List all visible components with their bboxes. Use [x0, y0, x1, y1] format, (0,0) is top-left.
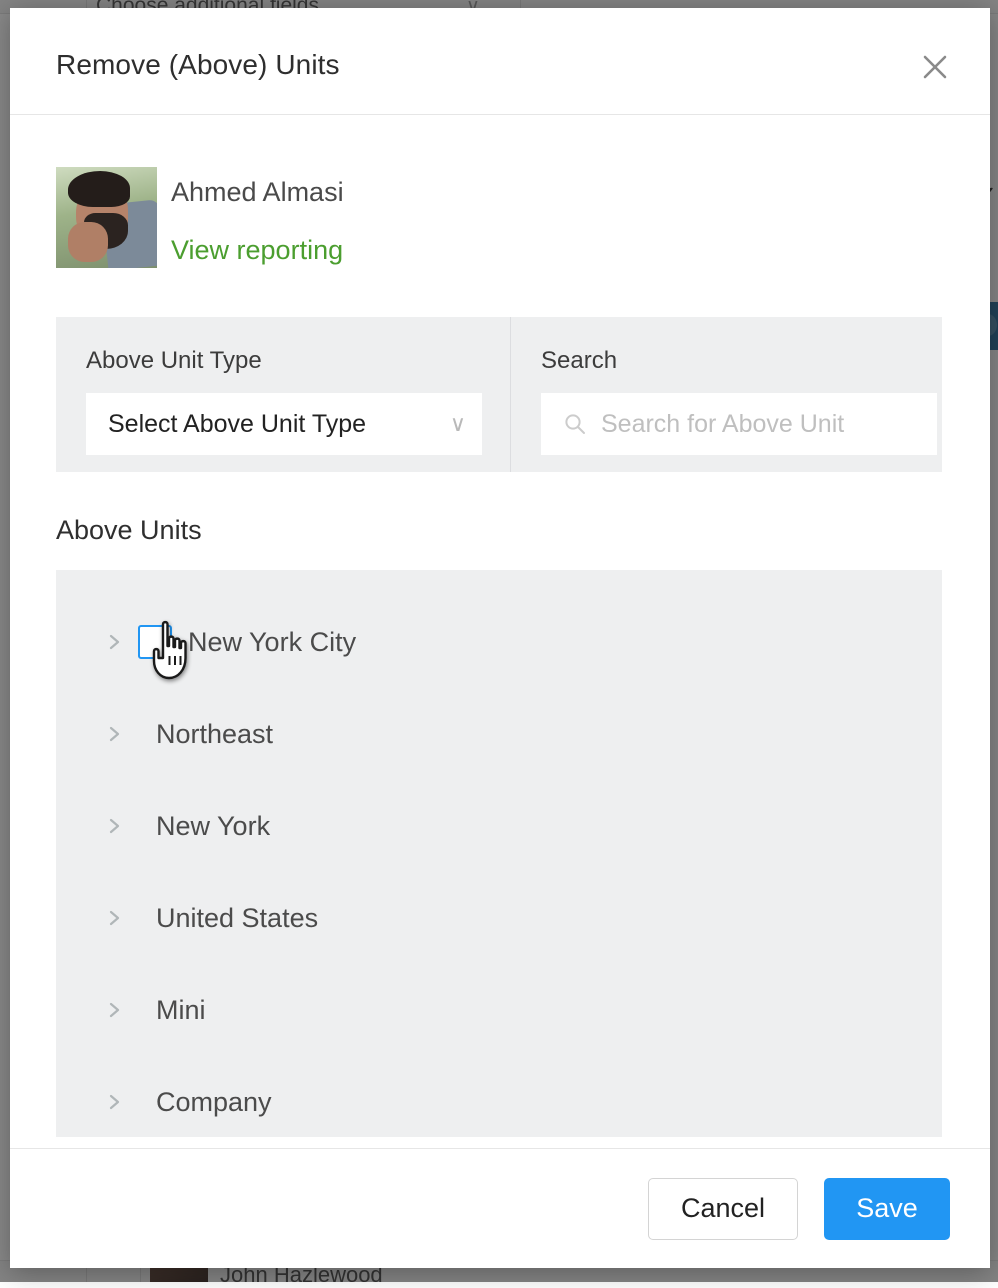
tree-item-northeast[interactable]: Northeast: [56, 688, 942, 780]
person-name: Ahmed Almasi: [171, 177, 344, 208]
tree-item-company[interactable]: Company: [56, 1056, 942, 1148]
search-input[interactable]: [601, 410, 923, 439]
above-units-heading: Above Units: [56, 515, 202, 546]
above-units-tree: New York City Northeast New York: [56, 570, 942, 1137]
checkbox-new-york-city[interactable]: [138, 625, 172, 659]
tree-item-label: Company: [156, 1087, 272, 1118]
filter-bar: Above Unit Type Select Above Unit Type ∨…: [56, 317, 942, 472]
tree-item-label: United States: [156, 903, 318, 934]
dialog-title: Remove (Above) Units: [56, 49, 340, 81]
view-reporting-link[interactable]: View reporting: [171, 235, 343, 266]
person-summary: Ahmed Almasi View reporting: [56, 167, 344, 268]
close-icon[interactable]: [918, 50, 952, 84]
chevron-right-icon[interactable]: [104, 816, 126, 836]
chevron-right-icon[interactable]: [104, 908, 126, 928]
dialog-header: Remove (Above) Units: [10, 8, 990, 115]
save-button[interactable]: Save: [824, 1178, 950, 1240]
tree-item-mini[interactable]: Mini: [56, 964, 942, 1056]
dialog-footer: Cancel Save: [10, 1148, 990, 1268]
tree-item-label: New York: [156, 811, 270, 842]
chevron-down-icon: ∨: [450, 413, 466, 435]
tree-item-united-states[interactable]: United States: [56, 872, 942, 964]
search-icon: [563, 412, 587, 436]
avatar: [56, 167, 157, 268]
tree-item-new-york[interactable]: New York: [56, 780, 942, 872]
remove-above-units-dialog: Remove (Above) Units Ahmed Almasi View r…: [10, 8, 990, 1268]
above-unit-type-label: Above Unit Type: [86, 347, 482, 375]
tree-item-label: Mini: [156, 995, 206, 1026]
chevron-right-icon[interactable]: [104, 724, 126, 744]
above-unit-type-filter: Above Unit Type Select Above Unit Type ∨: [56, 317, 510, 472]
search-field-wrapper[interactable]: [541, 393, 937, 455]
chevron-right-icon[interactable]: [104, 1000, 126, 1020]
dialog-body: Ahmed Almasi View reporting Above Unit T…: [10, 115, 990, 1148]
chevron-right-icon[interactable]: [104, 1092, 126, 1112]
search-filter: Search: [510, 317, 965, 472]
chevron-right-icon[interactable]: [104, 632, 126, 652]
tree-item-label: Northeast: [156, 719, 273, 750]
cancel-button[interactable]: Cancel: [648, 1178, 798, 1240]
search-label: Search: [541, 347, 937, 375]
tree-item-new-york-city[interactable]: New York City: [56, 596, 942, 688]
above-unit-type-select[interactable]: Select Above Unit Type ∨: [86, 393, 482, 455]
above-unit-type-value: Select Above Unit Type: [108, 410, 442, 439]
tree-item-label: New York City: [188, 627, 356, 658]
